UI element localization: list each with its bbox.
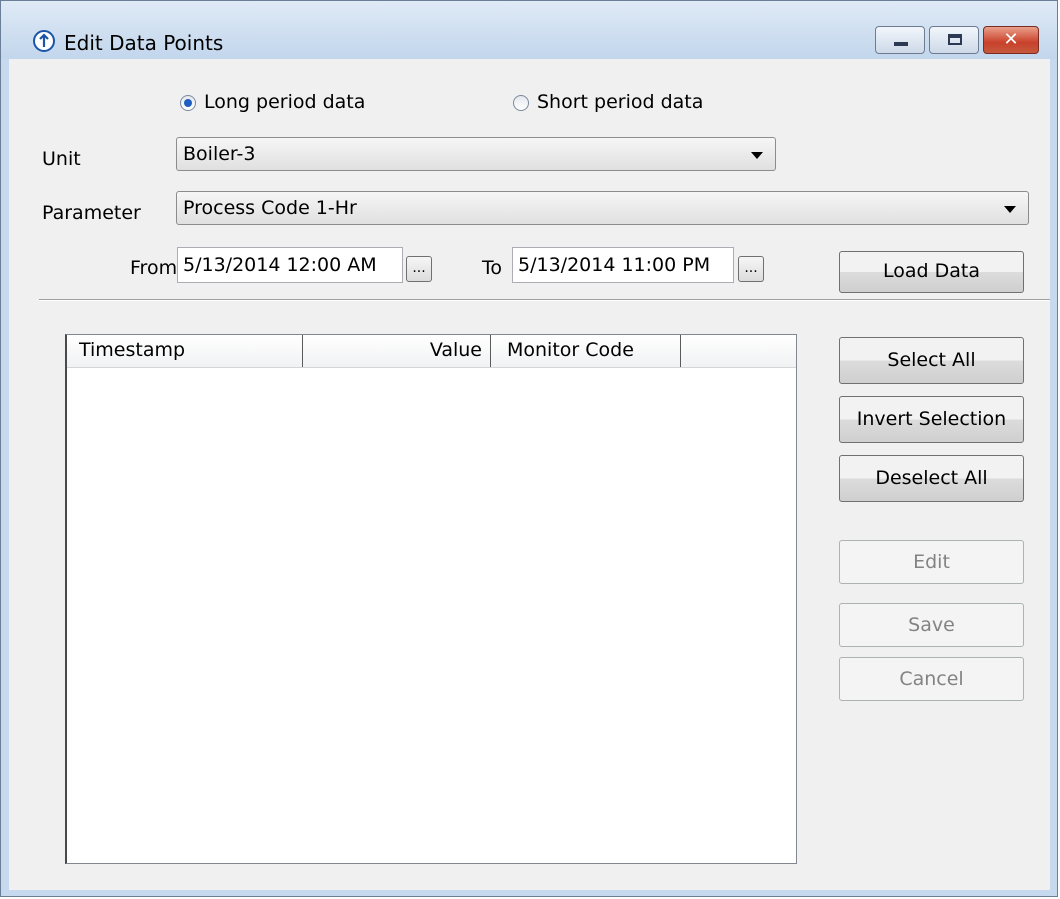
- to-date-picker-button[interactable]: ...: [738, 256, 764, 282]
- title-bar: Edit Data Points ✕: [1, 1, 1057, 59]
- window-title: Edit Data Points: [64, 31, 224, 55]
- maximize-icon: [948, 34, 962, 45]
- separator: [39, 299, 1050, 301]
- parameter-label: Parameter: [42, 202, 141, 224]
- select-all-button[interactable]: Select All: [839, 337, 1024, 384]
- to-date-input[interactable]: 5/13/2014 11:00 PM: [512, 247, 734, 283]
- chevron-down-icon: [751, 152, 763, 159]
- load-data-button[interactable]: Load Data: [839, 251, 1024, 293]
- column-header-value-label: Value: [429, 339, 482, 361]
- chevron-down-icon: [1004, 206, 1016, 213]
- long-period-label[interactable]: Long period data: [204, 91, 365, 113]
- edit-data-points-window: Edit Data Points ✕ Long period data Shor…: [0, 0, 1058, 897]
- deselect-all-button[interactable]: Deselect All: [839, 455, 1024, 502]
- cancel-button[interactable]: Cancel: [839, 657, 1024, 701]
- close-icon: ✕: [1003, 29, 1019, 50]
- from-date-input[interactable]: 5/13/2014 12:00 AM: [177, 247, 403, 283]
- minimize-icon: [894, 42, 908, 46]
- app-logo-icon: [33, 30, 55, 52]
- save-button[interactable]: Save: [839, 603, 1024, 647]
- unit-value: Boiler-3: [183, 143, 256, 165]
- from-date-value: 5/13/2014 12:00 AM: [183, 254, 377, 276]
- close-button[interactable]: ✕: [983, 26, 1039, 54]
- minimize-button[interactable]: [875, 26, 925, 54]
- short-period-label[interactable]: Short period data: [537, 91, 703, 113]
- long-period-radio[interactable]: [180, 95, 196, 111]
- short-period-radio[interactable]: [513, 95, 529, 111]
- to-label: To: [482, 257, 503, 279]
- to-date-value: 5/13/2014 11:00 PM: [518, 254, 711, 276]
- from-date-picker-button[interactable]: ...: [406, 256, 432, 282]
- maximize-button[interactable]: [929, 26, 979, 54]
- table-header: Timestamp Value Monitor Code: [67, 335, 796, 368]
- from-label: From: [130, 257, 178, 279]
- unit-label: Unit: [42, 148, 81, 170]
- data-points-table[interactable]: Timestamp Value Monitor Code: [65, 334, 797, 864]
- edit-button[interactable]: Edit: [839, 540, 1024, 584]
- dialog-body: Long period data Short period data Unit …: [9, 59, 1050, 890]
- parameter-value: Process Code 1-Hr: [183, 197, 357, 219]
- unit-combo[interactable]: Boiler-3: [176, 137, 776, 171]
- column-header-timestamp[interactable]: Timestamp: [67, 335, 303, 367]
- column-header-monitor-code[interactable]: Monitor Code: [491, 335, 681, 367]
- parameter-combo[interactable]: Process Code 1-Hr: [176, 191, 1029, 225]
- invert-selection-button[interactable]: Invert Selection: [839, 396, 1024, 443]
- column-header-timestamp-label: Timestamp: [79, 339, 186, 361]
- column-header-monitor-code-label: Monitor Code: [507, 339, 634, 361]
- column-header-value[interactable]: Value: [303, 335, 491, 367]
